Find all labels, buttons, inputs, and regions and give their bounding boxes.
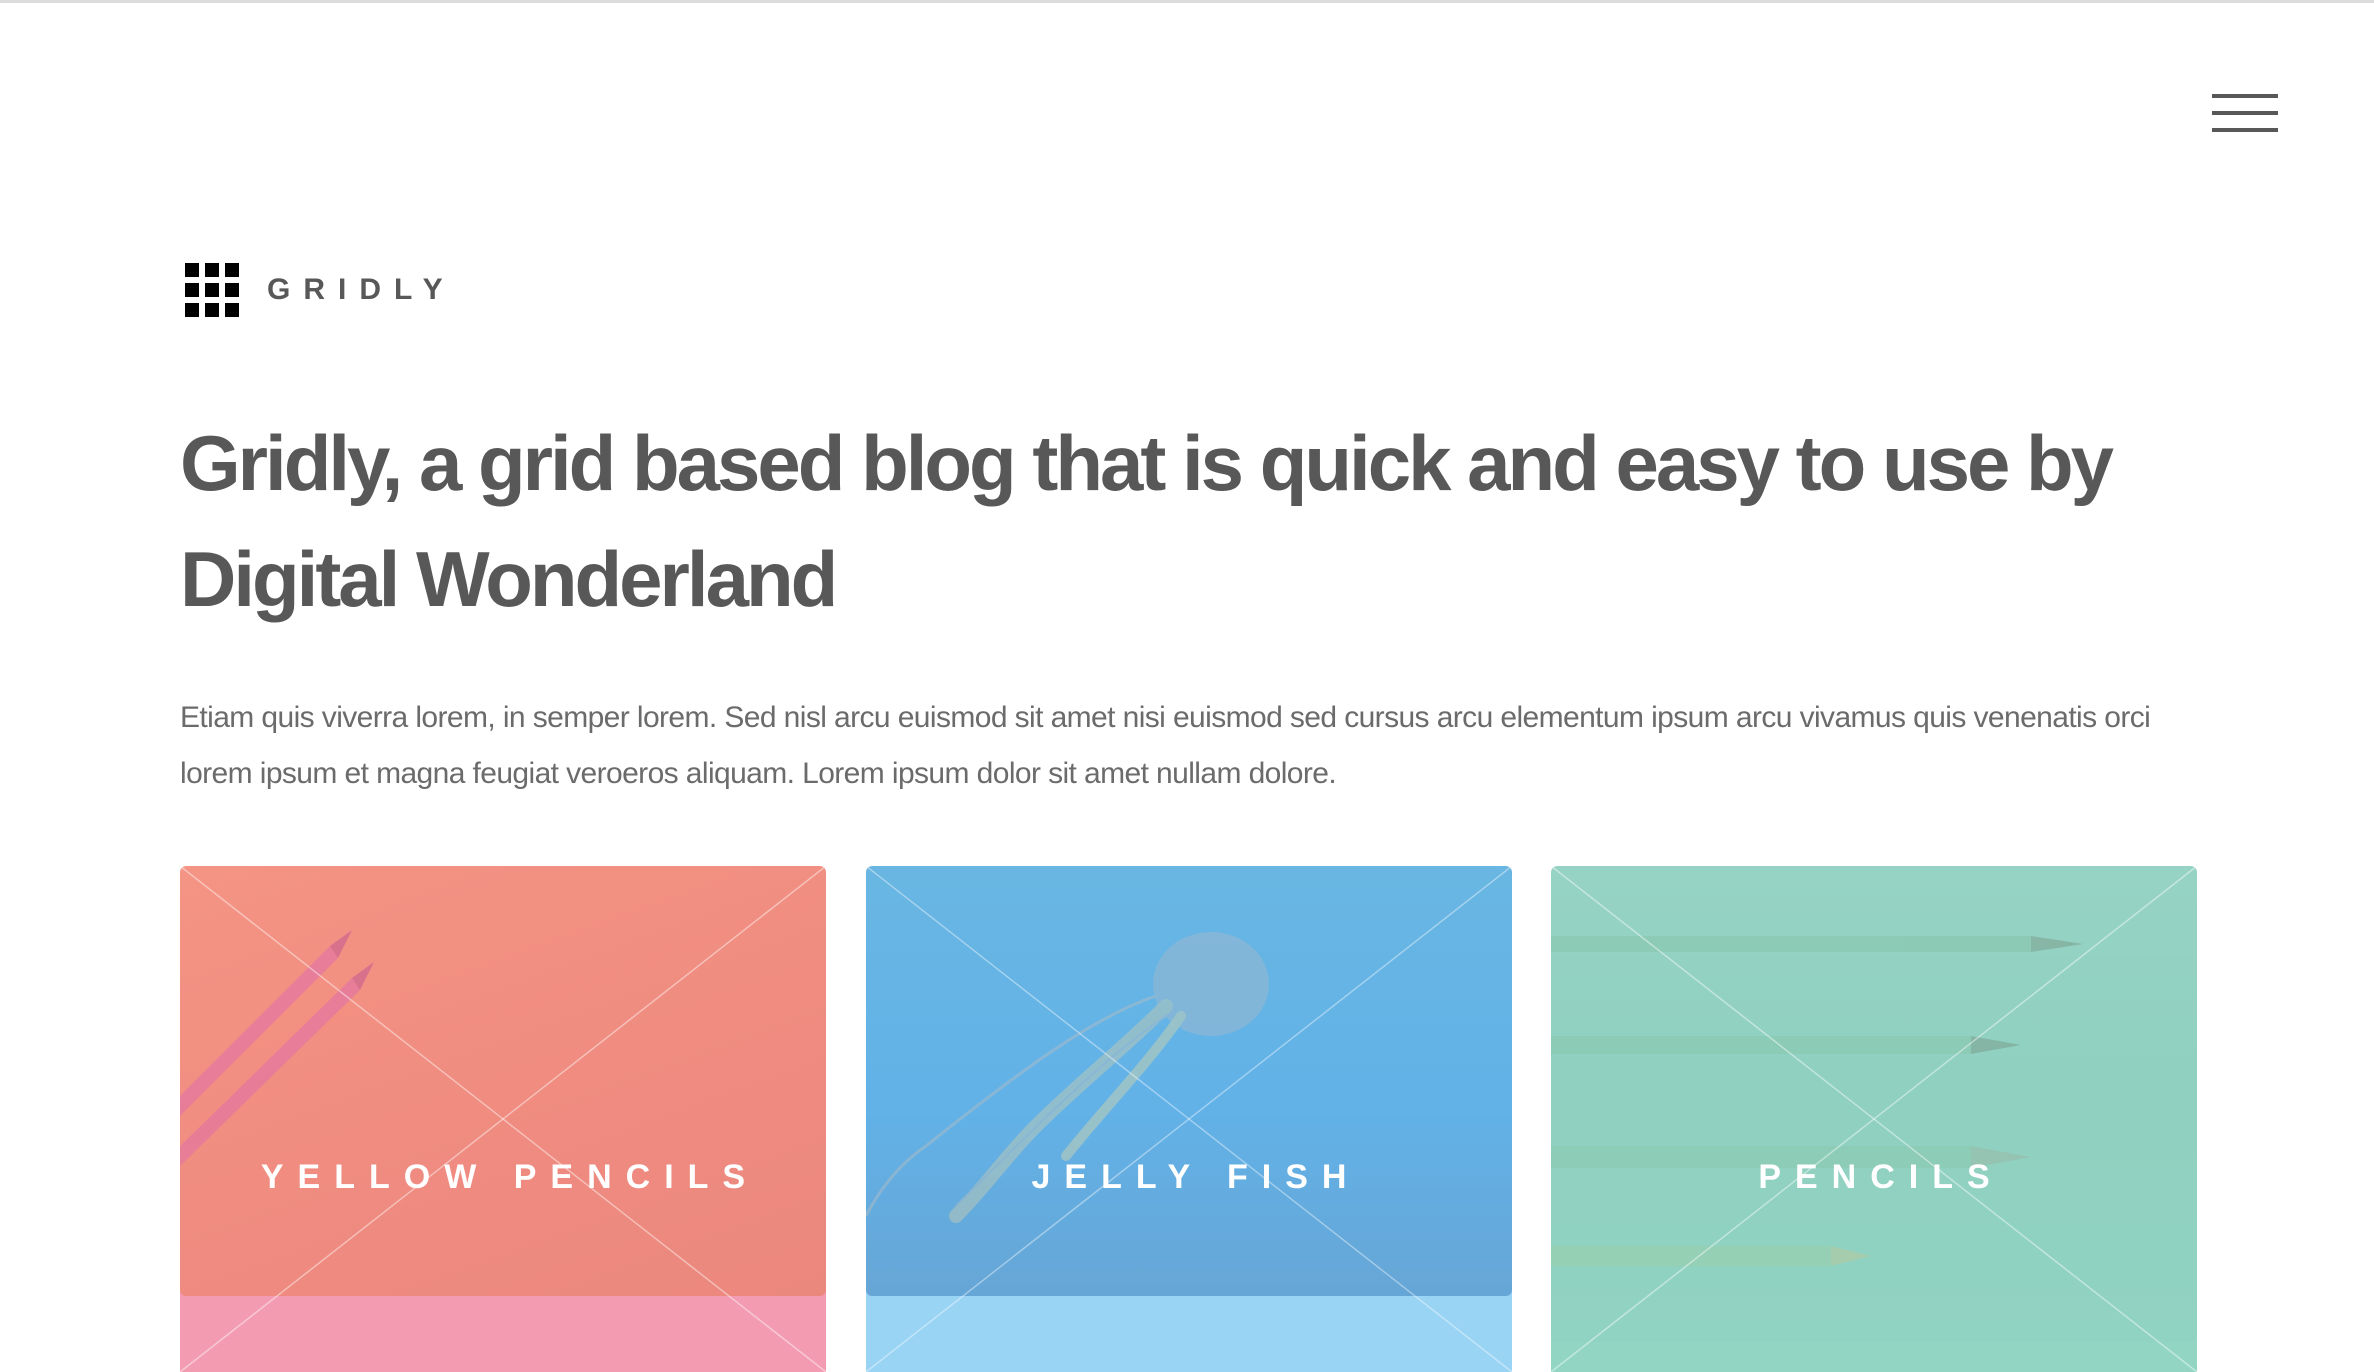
card-title: PENCILS (1758, 1158, 2004, 1196)
card-title: JELLY FISH (1031, 1158, 1361, 1196)
site-logo[interactable]: GRIDLY (185, 263, 456, 317)
page-headline: Gridly, a grid based blog that is quick … (180, 419, 2114, 623)
intro-paragraph: Etiam quis viverra lorem, in semper lore… (180, 701, 2151, 790)
top-border (0, 0, 2374, 3)
card-yellow-pencils[interactable]: YELLOW PENCILS (180, 866, 826, 1372)
grid-logo-icon (185, 263, 239, 317)
hamburger-menu-icon[interactable] (2212, 94, 2278, 134)
placeholder-cross-lines (180, 866, 826, 1372)
card-pencils[interactable]: PENCILS (1551, 866, 2197, 1372)
menu-line (2212, 111, 2278, 115)
card-jelly-fish[interactable]: JELLY FISH (866, 866, 1512, 1372)
placeholder-cross-lines (1551, 866, 2197, 1372)
logo-text: GRIDLY (267, 273, 456, 306)
menu-line (2212, 128, 2278, 132)
menu-line (2212, 94, 2278, 98)
placeholder-cross-lines (866, 866, 1512, 1372)
card-title: YELLOW PENCILS (260, 1158, 760, 1196)
